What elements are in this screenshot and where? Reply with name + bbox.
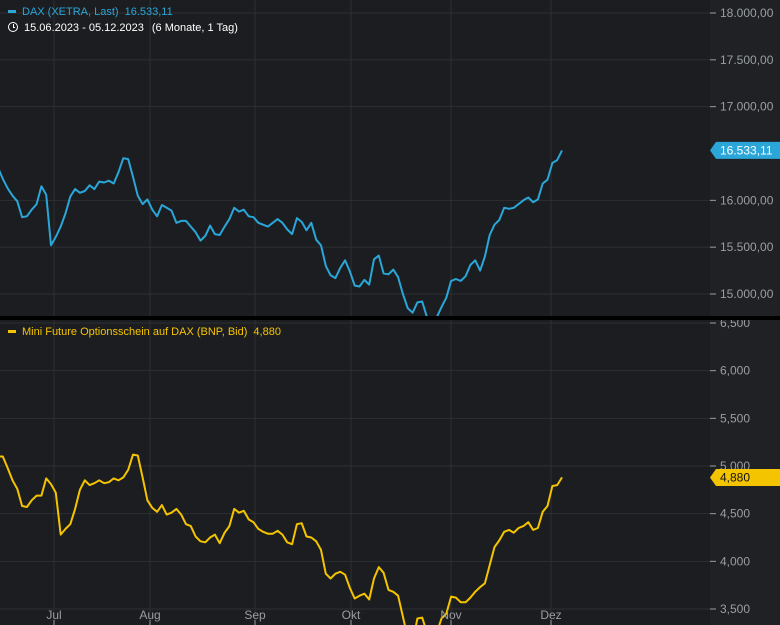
y-axis-label: 5,500 (720, 411, 750, 425)
y-axis-label: 17.000,00 (720, 100, 774, 114)
y-axis-label: 15.000,00 (720, 287, 774, 301)
x-axis-label: Jul (46, 608, 61, 622)
y-axis-label: 4,000 (720, 554, 750, 568)
y-axis-label: 3,500 (720, 602, 750, 616)
date-range-text: 15.06.2023 - 05.12.2023 (24, 22, 144, 34)
chart-canvas: 18.000,00 17.500,00 17.000,00 16.000,00 15.5… (0, 0, 780, 625)
price-axis-panel (710, 0, 780, 625)
clock-icon (8, 22, 18, 32)
panel-separator[interactable] (0, 316, 780, 320)
legend-dax-label: DAX (XETRA, Last) (22, 6, 119, 18)
range-detail-text: (6 Monate, 1 Tag) (151, 22, 238, 34)
x-axis-label: Aug (139, 608, 160, 622)
chart-background (0, 0, 780, 625)
y-axis-label: 18.000,00 (720, 6, 774, 20)
legend-dax-value: 16.533,11 (124, 6, 173, 18)
y-axis-label: 4,500 (720, 507, 750, 521)
x-axis-label: Nov (440, 608, 461, 622)
x-axis-label: Okt (342, 608, 361, 622)
x-axis-label: Dez (540, 608, 561, 622)
legend-mini-future-value: 4,880 (253, 326, 281, 338)
legend-mini-future-swatch (8, 329, 16, 333)
legend-date-range[interactable]: 15.06.2023 - 05.12.2023 (6 Monate, 1 Tag) (8, 21, 238, 35)
y-axis-label: 16.000,00 (720, 193, 774, 207)
y-axis-label: 17.500,00 (720, 53, 774, 67)
legend-mini-future[interactable]: Mini Future Optionsschein auf DAX (BNP, … (8, 325, 281, 339)
mini-future-last-value-label: 4,880 (720, 470, 750, 484)
legend-mini-future-label: Mini Future Optionsschein auf DAX (BNP, … (22, 326, 248, 338)
y-axis-label: 6,000 (720, 364, 750, 378)
legend-dax[interactable]: DAX (XETRA, Last) 16.533,11 (8, 5, 173, 19)
x-axis-label: Sep (244, 608, 266, 622)
y-axis-label: 15.500,00 (720, 240, 774, 254)
legend-dax-swatch (8, 9, 16, 13)
dax-last-value-label: 16.533,11 (720, 143, 773, 157)
